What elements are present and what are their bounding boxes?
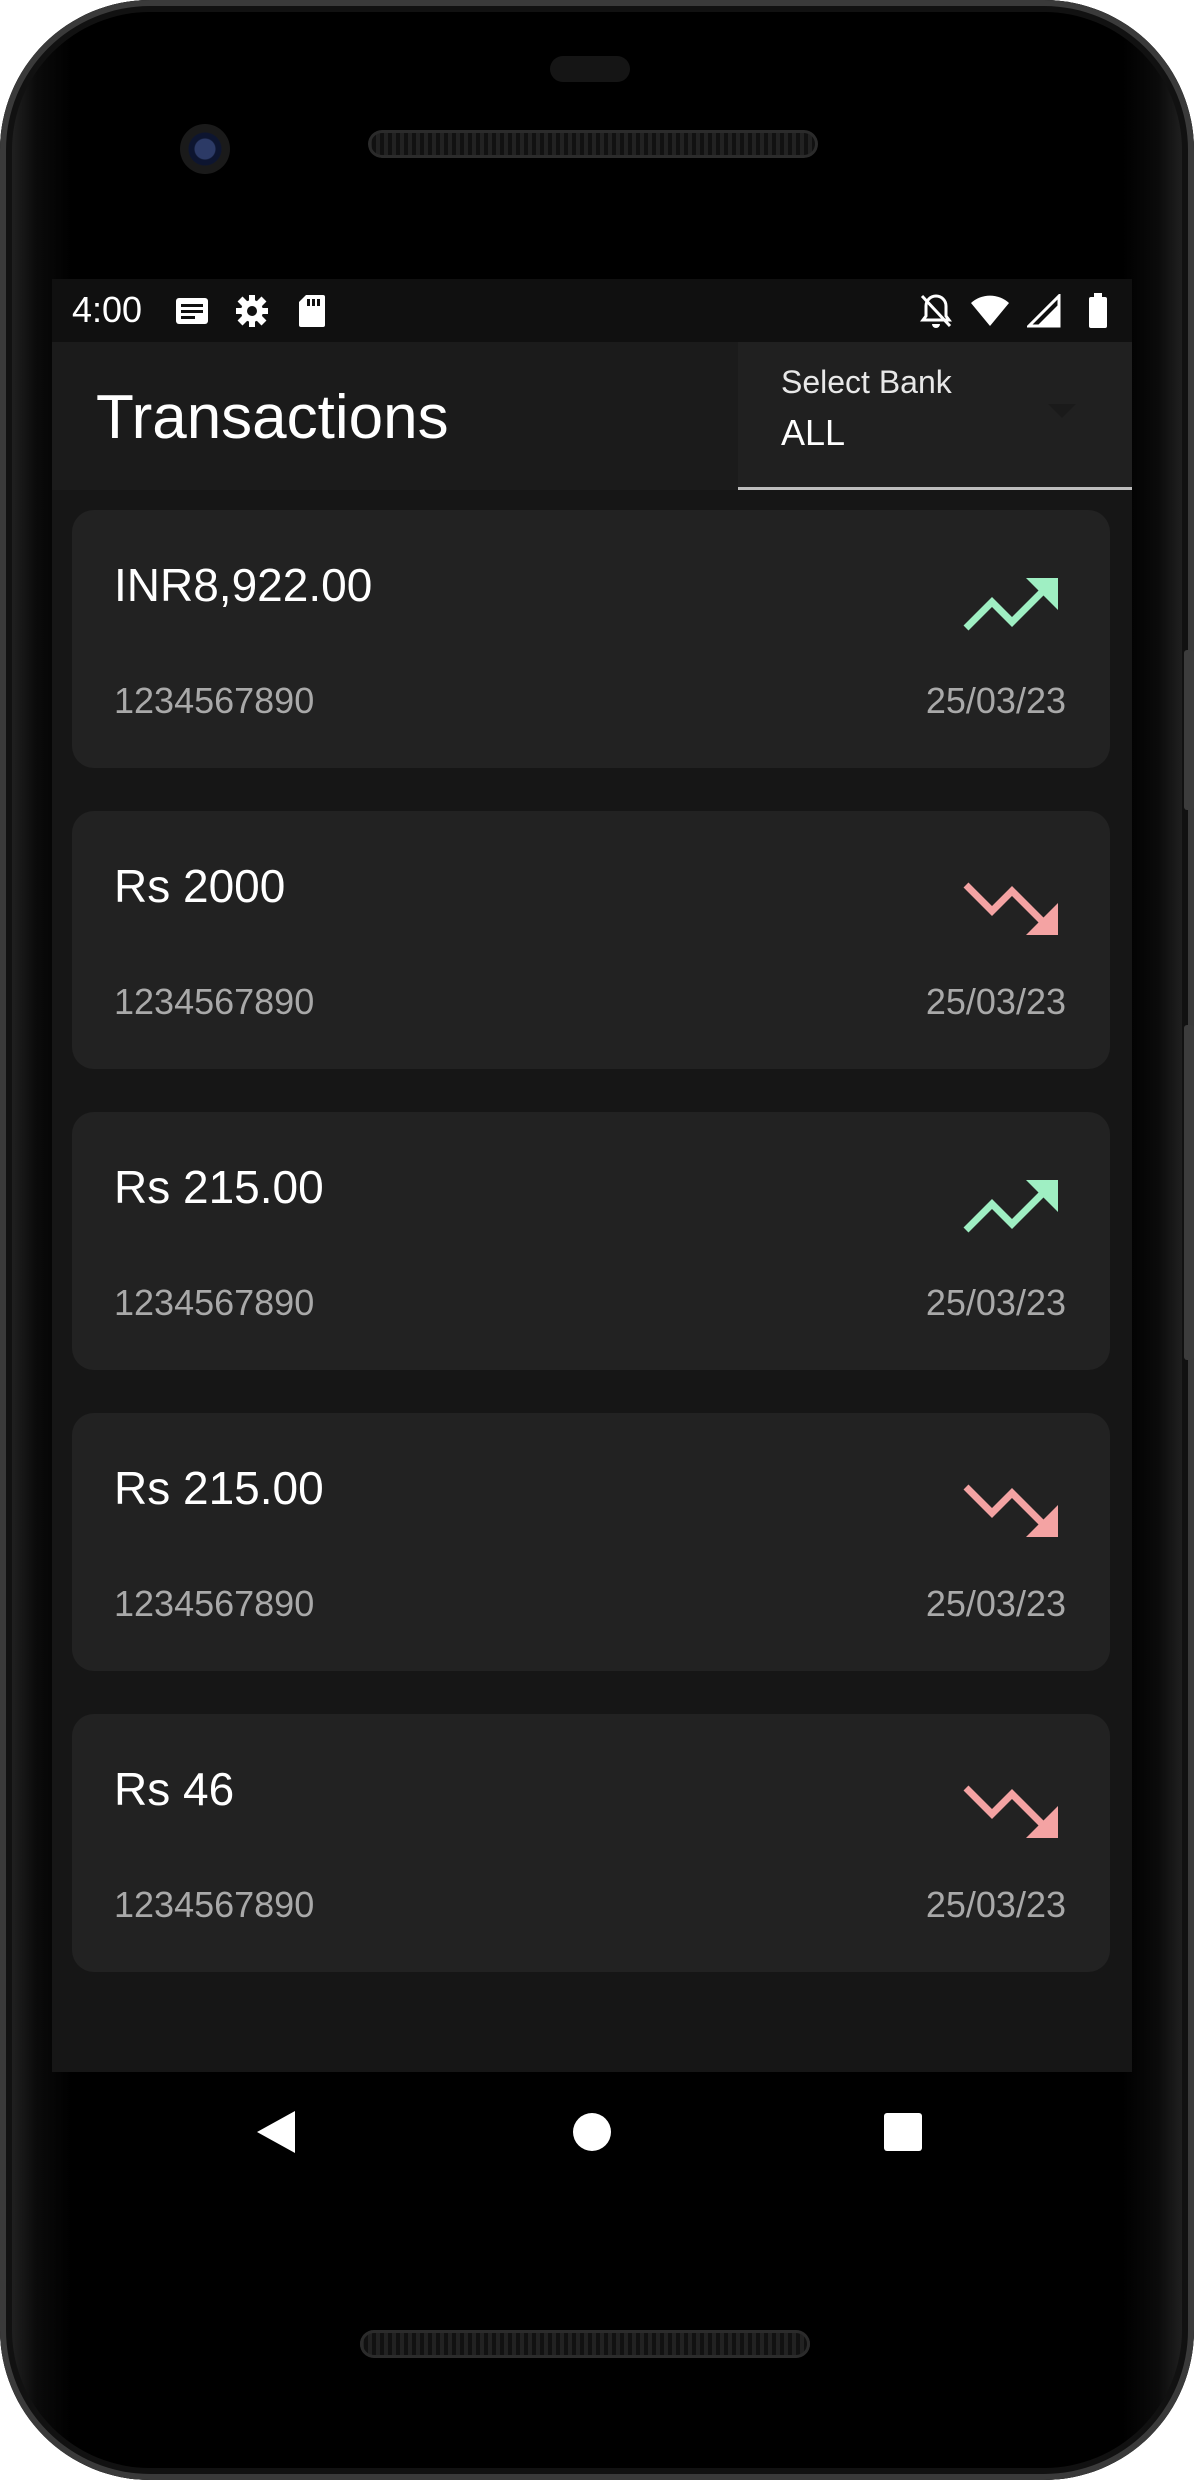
settings-icon [232, 291, 272, 331]
page-title: Transactions [96, 383, 449, 452]
transaction-amount: Rs 215.00 [114, 1462, 324, 1514]
sd-card-icon [292, 291, 332, 331]
bank-select-label: Select Bank [781, 364, 952, 400]
trending-up-icon [963, 578, 1058, 631]
top-slot [550, 56, 630, 82]
dropdown-arrow-icon [1048, 404, 1076, 418]
transaction-card[interactable]: Rs 215.00 1234567890 25/03/23 [72, 1112, 1110, 1370]
transaction-date: 25/03/23 [925, 1282, 1066, 1323]
transaction-card[interactable]: Rs 46 1234567890 25/03/23 [72, 1714, 1110, 1972]
bank-select-value: ALL [781, 412, 846, 453]
status-left-icons [172, 291, 332, 331]
news-icon [172, 291, 212, 331]
transaction-date: 25/03/23 [925, 1884, 1066, 1925]
status-right-icons [916, 291, 1118, 331]
status-time: 4:00 [72, 289, 143, 330]
volume-button [1184, 1025, 1194, 1360]
transaction-date: 25/03/23 [925, 1583, 1066, 1624]
transaction-account: 1234567890 [114, 1282, 315, 1323]
trending-down-icon [963, 1785, 1058, 1838]
wifi-icon [970, 291, 1010, 331]
recents-icon[interactable] [843, 2072, 963, 2192]
transaction-amount: Rs 46 [114, 1763, 235, 1815]
trending-down-icon [963, 882, 1058, 935]
transaction-amount: Rs 2000 [114, 860, 286, 912]
transaction-list: INR8,922.00 1234567890 25/03/23 Rs 2000 … [72, 510, 1110, 2015]
transaction-account: 1234567890 [114, 1583, 315, 1624]
screen: 4:00 Transactions Select Bank ALL INR8,9… [52, 279, 1132, 2072]
notifications-off-icon [916, 291, 956, 331]
bank-select-dropdown[interactable]: Select Bank ALL [738, 342, 1132, 490]
home-icon[interactable] [532, 2072, 652, 2192]
transaction-amount: INR8,922.00 [114, 559, 373, 611]
trending-up-icon [963, 1180, 1058, 1233]
transaction-date: 25/03/23 [925, 981, 1066, 1022]
earpiece-speaker [368, 130, 818, 158]
signal-icon [1024, 291, 1064, 331]
bottom-speaker [360, 2330, 810, 2358]
battery-icon [1078, 291, 1118, 331]
transaction-amount: Rs 215.00 [114, 1161, 324, 1213]
power-button [1184, 650, 1194, 810]
transaction-account: 1234567890 [114, 1884, 315, 1925]
transaction-card[interactable]: Rs 2000 1234567890 25/03/23 [72, 811, 1110, 1069]
transaction-card[interactable]: INR8,922.00 1234567890 25/03/23 [72, 510, 1110, 768]
phone-frame: 4:00 Transactions Select Bank ALL INR8,9… [0, 0, 1194, 2480]
back-icon[interactable] [216, 2072, 336, 2192]
trending-down-icon [963, 1484, 1058, 1537]
transaction-account: 1234567890 [114, 680, 315, 721]
status-bar: 4:00 [52, 279, 1132, 342]
transaction-account: 1234567890 [114, 981, 315, 1022]
transaction-card[interactable]: Rs 215.00 1234567890 25/03/23 [72, 1413, 1110, 1671]
front-camera [180, 124, 230, 174]
transaction-date: 25/03/23 [925, 680, 1066, 721]
system-nav-bar [52, 2072, 1132, 2202]
app-bar: Transactions Select Bank ALL [52, 342, 1132, 490]
